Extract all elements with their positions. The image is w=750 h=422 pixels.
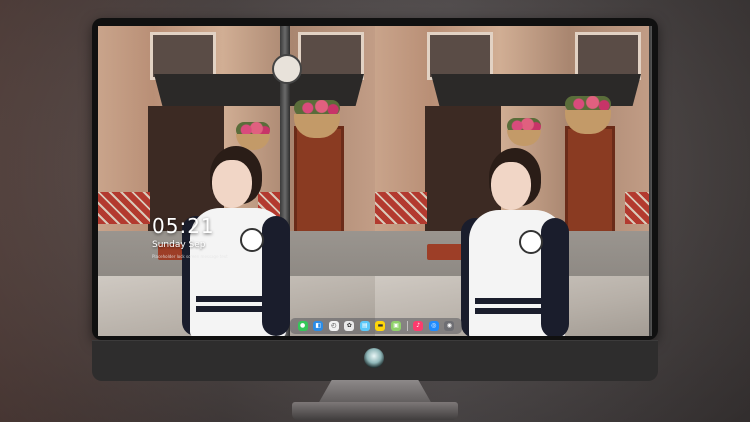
- safari-icon[interactable]: ◎: [428, 321, 439, 331]
- lock-screen-date: Sunday Sep: [152, 240, 206, 250]
- camera-icon[interactable]: ◉: [444, 321, 455, 331]
- messages-icon[interactable]: ●: [297, 321, 308, 331]
- photos-icon[interactable]: ✿: [344, 321, 355, 331]
- dock-separator: [406, 321, 408, 331]
- street-lamp: [272, 54, 302, 84]
- building-window: [150, 32, 216, 80]
- building-window: [575, 32, 641, 80]
- jacket-sleeve: [262, 216, 290, 336]
- tile-panel: [98, 192, 150, 224]
- monitor-stand-neck: [318, 380, 432, 404]
- dock: ● ◧ ◴ ✿ ▤ ▬ ▣ ♪ ◎ ◉: [290, 318, 462, 334]
- music-icon[interactable]: ♪: [413, 321, 424, 331]
- person-photo: [461, 148, 571, 336]
- building-window: [427, 32, 493, 80]
- wallpaper-right: [375, 26, 652, 336]
- finder-icon[interactable]: ◧: [313, 321, 324, 331]
- brand-logo-icon: [364, 348, 384, 368]
- wallpaper-left: 05:21 Sunday Sep Placeholder lock screen…: [98, 26, 375, 336]
- face: [212, 160, 252, 208]
- lock-screen-subtitle: Placeholder lock screen message text: [152, 254, 228, 259]
- face: [491, 162, 531, 210]
- lamp-post: [649, 26, 652, 336]
- jacket-badge: [519, 230, 543, 254]
- preview-icon[interactable]: ▣: [391, 321, 402, 331]
- monitor-stand-base: [292, 402, 458, 420]
- lock-screen-clock: 05:21: [152, 214, 215, 238]
- tile-panel: [375, 192, 427, 224]
- tile-panel: [625, 192, 652, 224]
- clock-app-icon[interactable]: ◴: [328, 321, 339, 331]
- appstore-folder-icon[interactable]: ▤: [359, 321, 370, 331]
- notes-icon[interactable]: ▬: [375, 321, 386, 331]
- jacket-sleeve: [541, 218, 569, 336]
- desktop-screen[interactable]: 05:21 Sunday Sep Placeholder lock screen…: [98, 26, 652, 336]
- jacket-badge: [240, 228, 264, 252]
- building-window: [298, 32, 364, 80]
